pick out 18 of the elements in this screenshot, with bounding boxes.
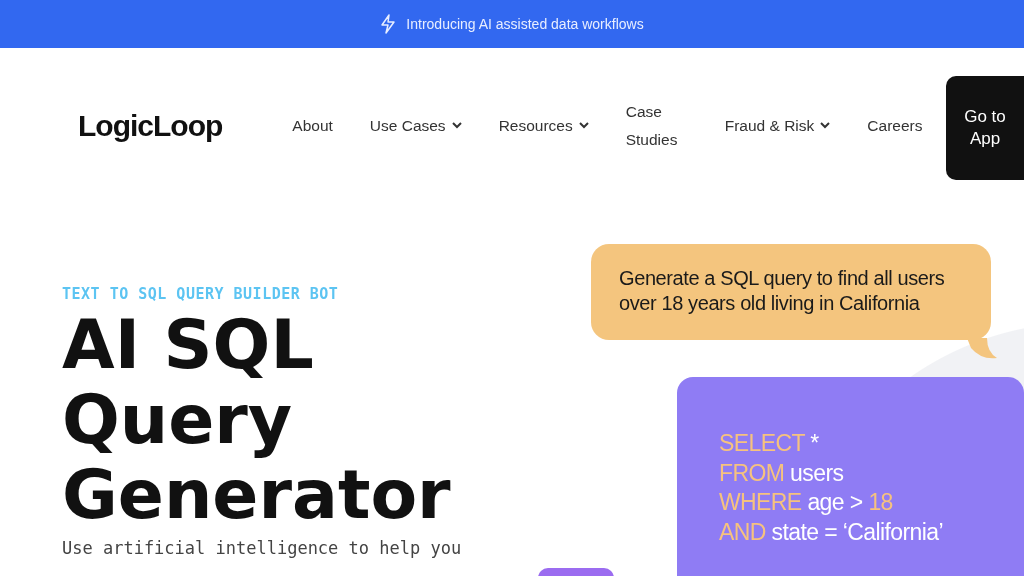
code-line: SELECT *: [719, 429, 820, 458]
nav-link[interactable]: Use Cases: [369, 111, 462, 140]
hero-description: Use artificial intelligence to help you: [62, 538, 463, 558]
code-line: WHERE age > 18: [719, 488, 894, 517]
nav-link[interactable]: Case Studies: [625, 97, 688, 154]
code-line: AND state = ‘California’: [719, 517, 944, 547]
nav-link[interactable]: Resources: [498, 111, 589, 140]
nav-link[interactable]: Careers: [867, 111, 923, 140]
code-line: FROM users: [719, 458, 845, 488]
hero-title: AI SQL Query Generator: [62, 307, 452, 532]
logo[interactable]: LogicLoop: [78, 108, 223, 143]
eyebrow-text: TEXT TO SQL QUERY BUILDER BOT: [62, 285, 340, 303]
nav-link[interactable]: About: [292, 111, 333, 140]
announcement-text: Introducing AI assisted data workflows: [406, 16, 644, 32]
bubble-tail-icon: [967, 338, 997, 360]
nav-link[interactable]: Fraud & Risk: [724, 111, 831, 140]
go-to-app-button[interactable]: Go to App: [946, 75, 1024, 180]
lightning-icon: [380, 14, 397, 34]
